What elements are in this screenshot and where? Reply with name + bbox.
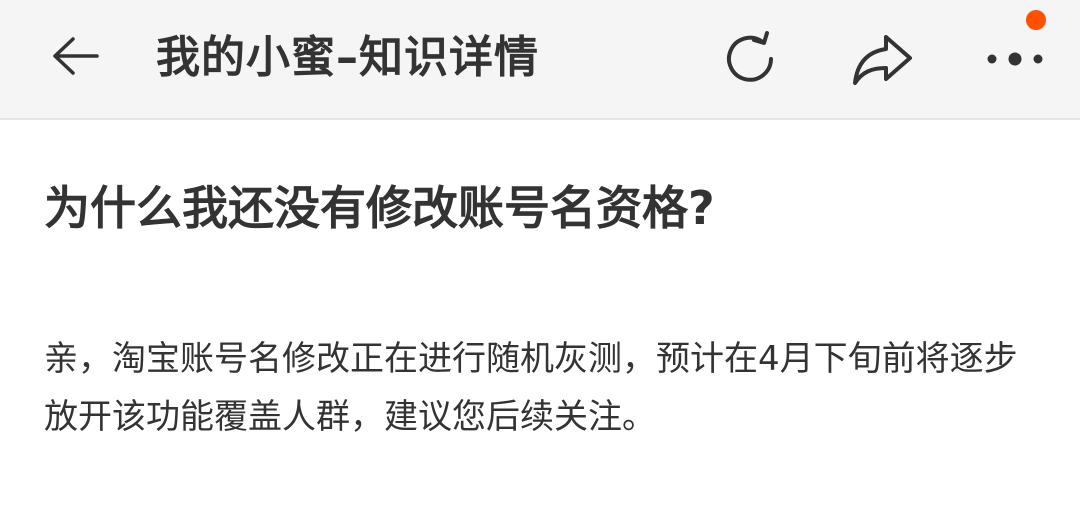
- back-arrow-icon: [53, 37, 99, 75]
- back-button[interactable]: [40, 28, 110, 84]
- top-navigation-bar: 我的小蜜–知识详情: [0, 0, 1080, 120]
- more-icon: [987, 52, 1043, 66]
- page-title: 我的小蜜–知识详情: [156, 32, 539, 83]
- more-button[interactable]: [980, 24, 1050, 94]
- article-content: 为什么我还没有修改账号名资格? 亲，淘宝账号名修改正在进行随机灰测，预计在4月下…: [44, 120, 1044, 446]
- refresh-button[interactable]: [715, 24, 785, 94]
- share-icon: [853, 35, 912, 85]
- refresh-icon: [727, 31, 773, 82]
- notification-badge: [1026, 10, 1046, 30]
- share-button[interactable]: [847, 24, 917, 94]
- answer-text: 亲，淘宝账号名修改正在进行随机灰测，预计在4月下旬前将逐步放开该功能覆盖人群，建…: [44, 339, 1018, 437]
- question-title: 为什么我还没有修改账号名资格?: [44, 181, 715, 235]
